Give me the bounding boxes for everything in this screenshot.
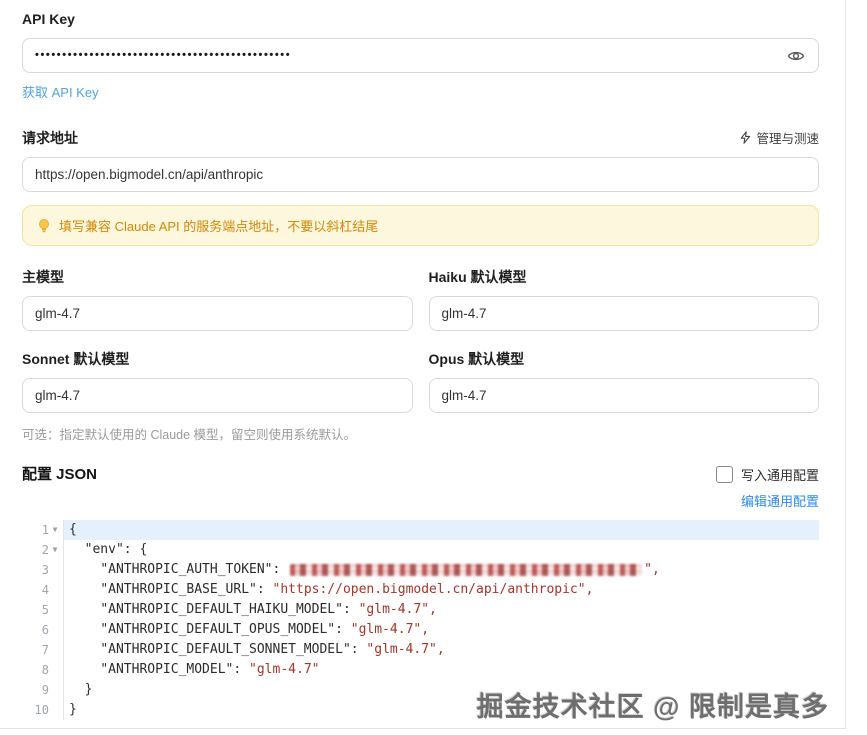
write-common-config-label: 写入通用配置 [740,468,819,483]
editor-line[interactable]: 4 "ANTHROPIC_BASE_URL": "https://open.bi… [22,580,819,600]
editor-line[interactable]: 3 "ANTHROPIC_AUTH_TOKEN": ", [22,560,819,580]
main-model-label: 主模型 [22,269,64,285]
opus-model-label: Opus 默认模型 [428,351,525,367]
editor-line[interactable]: 2 ▼ "env": { [22,540,819,560]
config-json-editor[interactable]: 1 ▼{2 ▼ "env": {3 "ANTHROPIC_AUTH_TOKEN": … [22,518,819,721]
line-number-gutter: 2 ▼ [22,540,64,560]
haiku-model-field: Haiku 默认模型 [428,268,819,331]
endpoint-warning-banner: 填写兼容 Claude API 的服务端点地址，不要以斜杠结尾 [22,205,819,246]
opus-model-input[interactable] [428,378,819,413]
haiku-model-label: Haiku 默认模型 [428,269,527,285]
line-number-gutter: 8 [22,660,64,680]
editor-line[interactable]: 5 "ANTHROPIC_DEFAULT_HAIKU_MODEL": "glm-… [22,600,819,620]
api-key-masked-value: ••••••••••••••••••••••••••••••••••••••••… [35,49,292,61]
get-api-key-link[interactable]: 获取 API Key [22,82,99,101]
main-model-field: 主模型 [22,268,413,331]
manage-speedtest-label: 管理与测速 [756,132,819,146]
edit-common-config-link[interactable]: 编辑通用配置 [741,491,819,510]
haiku-model-input[interactable] [428,296,819,331]
line-number-gutter: 10 [22,700,64,720]
line-number-gutter: 4 [22,580,64,600]
editor-line[interactable]: 8 "ANTHROPIC_MODEL": "glm-4.7" [22,660,819,680]
fold-chevron-icon[interactable]: ▼ [49,520,61,540]
line-number-gutter: 1 ▼ [22,520,64,540]
sonnet-model-input[interactable] [22,378,413,413]
line-number-gutter: 9 [22,680,64,700]
manage-speedtest-link[interactable]: 管理与测速 [739,128,819,147]
endpoint-label: 请求地址 [22,129,78,146]
line-number-gutter: 7 [22,640,64,660]
endpoint-warning-text: 填写兼容 Claude API 的服务端点地址，不要以斜杠结尾 [59,219,379,234]
api-key-input[interactable]: ••••••••••••••••••••••••••••••••••••••••… [22,38,819,73]
speed-test-icon [739,131,752,144]
lightbulb-icon [37,218,51,234]
editor-line[interactable]: 9 } [22,680,819,700]
write-common-config-checkbox-row[interactable]: 写入通用配置 [715,465,819,484]
sonnet-model-label: Sonnet 默认模型 [22,351,130,367]
editor-line[interactable]: 10} [22,700,819,720]
api-key-label: API Key [22,11,75,27]
line-number-gutter: 5 [22,600,64,620]
eye-icon [787,47,805,65]
write-common-config-checkbox[interactable] [715,466,733,483]
line-number-gutter: 3 [22,560,64,580]
editor-line[interactable]: 6 "ANTHROPIC_DEFAULT_OPUS_MODEL": "glm-4… [22,620,819,640]
main-model-input[interactable] [22,296,413,331]
redacted-token-blur [290,564,643,576]
editor-line[interactable]: 1 ▼{ [22,520,819,540]
fold-chevron-icon[interactable]: ▼ [49,540,61,560]
settings-panel: API Key ••••••••••••••••••••••••••••••••… [0,0,846,729]
config-json-title: 配置 JSON [22,466,98,483]
editor-line[interactable]: 7 "ANTHROPIC_DEFAULT_SONNET_MODEL": "glm… [22,640,819,660]
toggle-visibility-button[interactable] [784,44,808,68]
sonnet-model-field: Sonnet 默认模型 [22,350,413,413]
models-grid: 主模型 Haiku 默认模型 Sonnet 默认模型 Opus 默认模型 [22,268,819,413]
models-note: 可选：指定默认使用的 Claude 模型，留空则使用系统默认。 [22,428,357,442]
opus-model-field: Opus 默认模型 [428,350,819,413]
line-number-gutter: 6 [22,620,64,640]
endpoint-url-input[interactable] [22,157,819,192]
